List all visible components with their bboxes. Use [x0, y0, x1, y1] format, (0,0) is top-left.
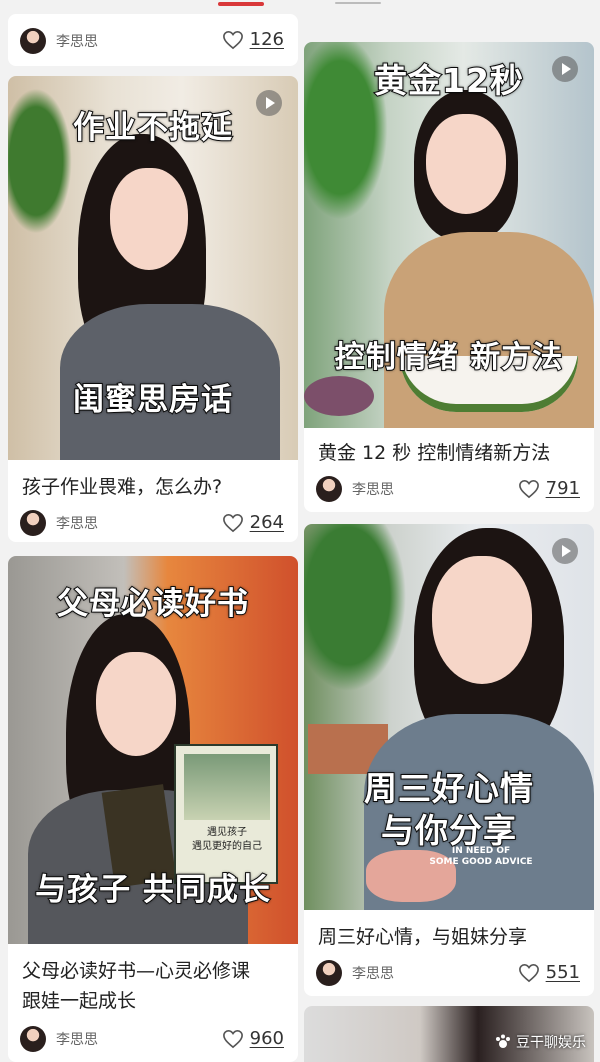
play-icon[interactable] — [552, 56, 578, 82]
author-name: 李思思 — [352, 482, 394, 498]
post-card[interactable]: 作业不拖延 闺蜜思房话 孩子作业畏难，怎么办? 李思思 264 — [8, 76, 298, 542]
overlay-subtitle: 控制情绪 新方法 — [334, 339, 564, 376]
plant-decoration — [304, 524, 414, 704]
author-name: 李思思 — [56, 516, 98, 532]
watermark-text: 豆干聊娱乐 — [516, 1035, 586, 1051]
heart-outline-icon — [222, 513, 243, 532]
video-thumbnail[interactable]: IN NEED OF SOME GOOD ADVICE 周三好心情 与你分享 — [304, 524, 594, 910]
like-count: 264 — [249, 512, 284, 533]
like-count: 551 — [545, 962, 580, 983]
overlay-title: 黄金12秒 — [373, 60, 524, 101]
tab-indicator[interactable] — [335, 2, 381, 4]
post-card[interactable]: 黄金12秒 控制情绪 新方法 黄金 12 秒 控制情绪新方法 李思思 791 — [304, 42, 594, 512]
overlay-title: 周三好心情 — [363, 768, 534, 809]
watermark: 豆干聊娱乐 — [494, 1032, 586, 1052]
heart-outline-icon — [518, 479, 539, 498]
overlay-subtitle: 闺蜜思房话 — [72, 381, 233, 419]
play-icon[interactable] — [256, 90, 282, 116]
book-cover: 遇见孩子 遇见更好的自己 — [174, 744, 278, 884]
video-thumbnail[interactable]: 作业不拖延 闺蜜思房话 — [8, 76, 298, 460]
overlay-subtitle: 与孩子 共同成长 — [34, 871, 271, 909]
paw-icon — [496, 1034, 510, 1048]
card-author[interactable]: 李思思 — [316, 960, 394, 986]
like-button[interactable]: 264 — [222, 512, 284, 533]
book-title: 遇见孩子 遇见更好的自己 — [192, 827, 262, 852]
like-button[interactable]: 791 — [518, 478, 580, 499]
overlay-subtitle: 与你分享 — [380, 810, 517, 851]
teapot — [304, 376, 374, 416]
card-partial-top-left[interactable]: 李思思 126 — [8, 14, 298, 66]
video-thumbnail[interactable]: 遇见孩子 遇见更好的自己 父母必读好书 与孩子 共同成长 — [8, 556, 298, 944]
post-title-line2[interactable]: 跟娃一起成长 — [22, 986, 136, 1016]
author-name: 李思思 — [352, 966, 394, 982]
post-title[interactable]: 孩子作业畏难，怎么办? — [22, 472, 222, 502]
avatar[interactable] — [316, 476, 342, 502]
post-title-line1[interactable]: 父母必读好书—心灵必修课 — [22, 956, 250, 986]
card-author[interactable]: 李思思 — [20, 510, 98, 536]
card-author[interactable]: 李思思 — [20, 1026, 98, 1052]
avatar[interactable] — [20, 28, 46, 54]
overlay-title: 作业不拖延 — [72, 109, 233, 147]
like-button[interactable]: 551 — [518, 962, 580, 983]
post-card[interactable]: IN NEED OF SOME GOOD ADVICE 周三好心情 与你分享 周… — [304, 524, 594, 996]
like-button[interactable]: 126 — [222, 29, 284, 50]
post-card[interactable]: 遇见孩子 遇见更好的自己 父母必读好书 与孩子 共同成长 父母必读好书—心灵必修… — [8, 556, 298, 1062]
heart-outline-icon — [222, 1029, 243, 1048]
like-count: 126 — [249, 29, 284, 50]
card-author[interactable]: 李思思 — [20, 28, 98, 54]
play-icon[interactable] — [552, 538, 578, 564]
avatar[interactable] — [20, 1026, 46, 1052]
post-title[interactable]: 黄金 12 秒 控制情绪新方法 — [318, 438, 550, 468]
like-button[interactable]: 960 — [222, 1028, 284, 1049]
heart-outline-icon — [222, 30, 243, 49]
video-thumbnail[interactable]: 黄金12秒 控制情绪 新方法 — [304, 42, 594, 428]
like-count: 960 — [249, 1028, 284, 1049]
overlay-title: 父母必读好书 — [56, 585, 249, 623]
top-tab-bar — [0, 0, 600, 14]
avatar[interactable] — [316, 960, 342, 986]
post-title[interactable]: 周三好心情，与姐妹分享 — [318, 922, 527, 952]
heart-outline-icon — [518, 963, 539, 982]
tab-indicator-active[interactable] — [218, 2, 264, 6]
like-count: 791 — [545, 478, 580, 499]
avatar[interactable] — [20, 510, 46, 536]
card-author[interactable]: 李思思 — [316, 476, 394, 502]
author-name: 李思思 — [56, 1032, 98, 1048]
author-name: 李思思 — [56, 34, 98, 50]
